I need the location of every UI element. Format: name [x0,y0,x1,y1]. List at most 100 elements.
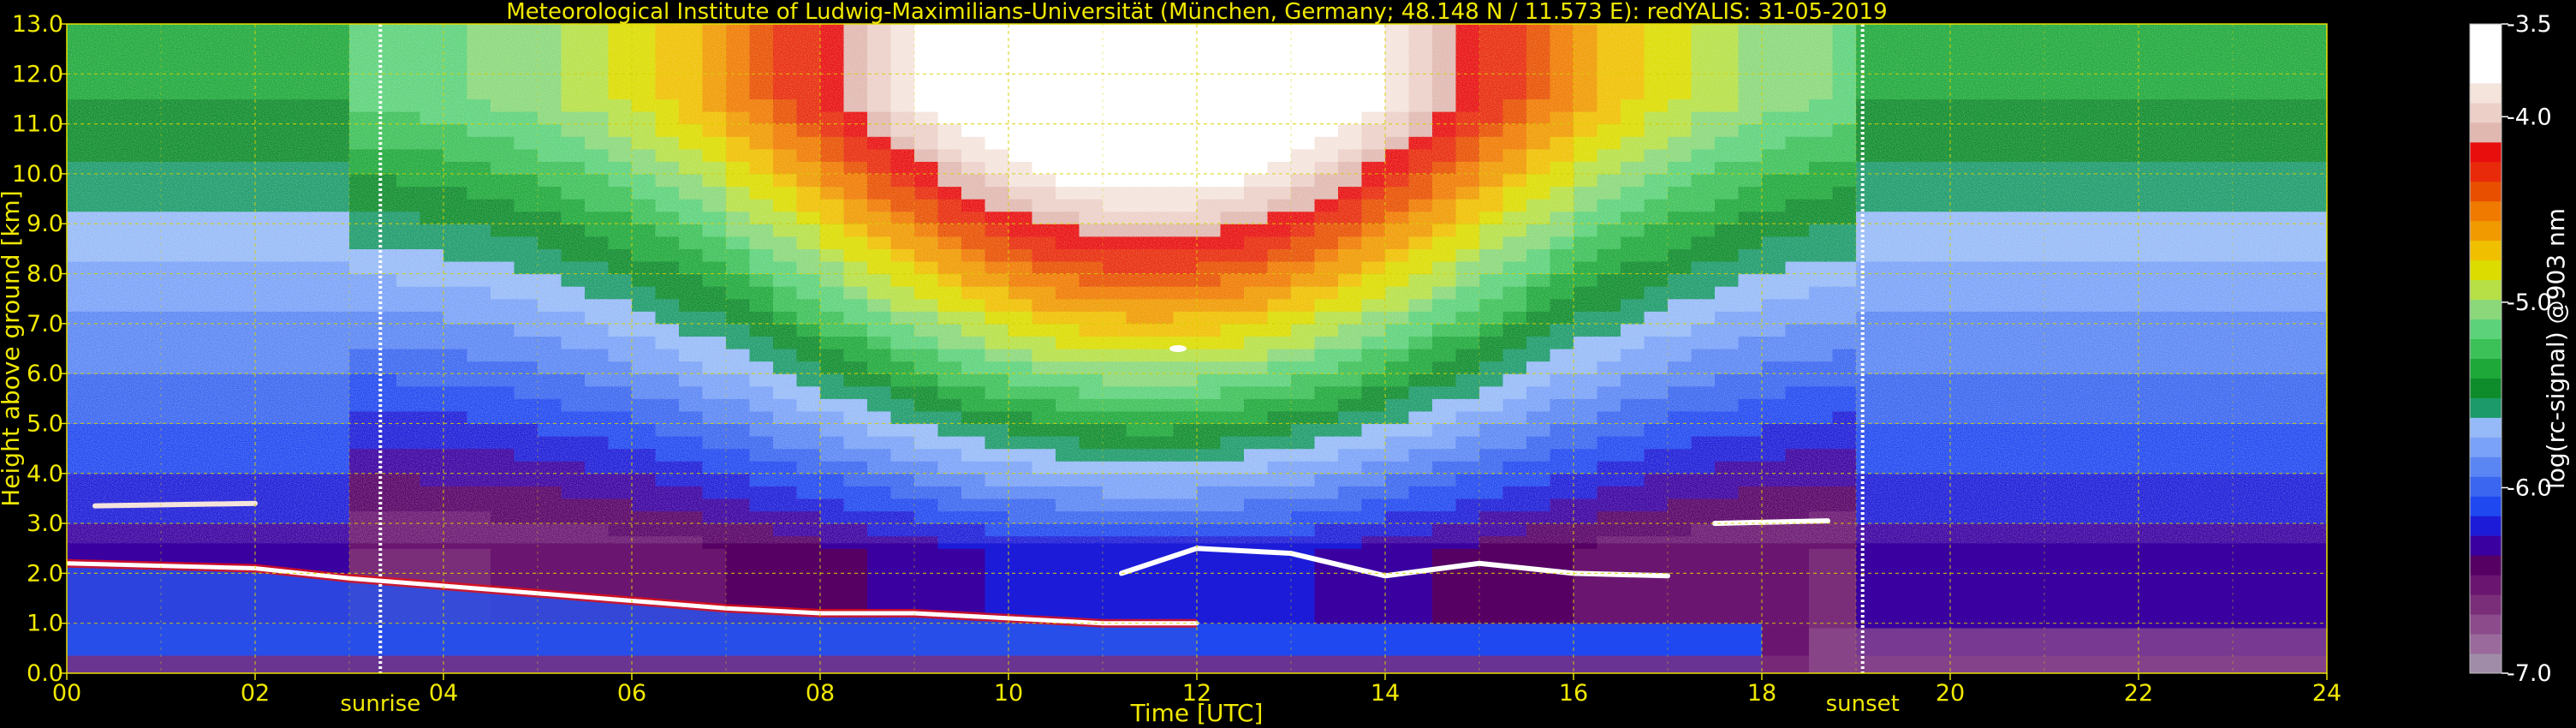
heatmap-cell [1079,560,1104,574]
heatmap-cell [796,585,821,600]
heatmap-cell [2044,548,2069,562]
heatmap-cell [1668,560,1693,574]
heatmap-cell [1668,611,1693,624]
heatmap-cell [702,585,727,600]
heatmap-cell [1314,623,1339,636]
heatmap-cell [1856,598,1881,612]
heatmap-cell [1691,560,1716,574]
heatmap-cell [1032,598,1056,612]
heatmap-cell [1338,611,1363,624]
heatmap-cell [1502,623,1527,636]
heatmap-cell [1574,611,1598,624]
heatmap-cell [1691,573,1716,587]
heatmap-cell [985,560,1009,574]
heatmap-cell [1150,598,1175,612]
heatmap-cell [679,573,704,587]
heatmap-cell [1197,623,1222,636]
heatmap-cell [1715,585,1740,600]
heatmap-cell [1056,548,1080,562]
heatmap-cell [1856,560,1881,574]
heatmap-cell [702,560,727,574]
heatmap-cell [1668,636,1693,649]
heatmap-cell [1408,598,1433,612]
heatmap-cell [538,548,562,562]
heatmap-cell [937,598,962,612]
heatmap-cell [1291,585,1316,600]
heatmap-cell [2186,548,2210,562]
heatmap-cell [1197,585,1222,600]
heatmap-cell [1809,598,1834,612]
heatmap-cell [2280,598,2305,612]
heatmap-cell [867,573,892,587]
heatmap-cell [2162,585,2186,600]
heatmap-cell [1455,611,1480,624]
heatmap-cell [1832,598,1857,612]
heatmap-cell [1738,548,1763,562]
heatmap-cell [1832,573,1857,587]
heatmap-cell [1173,598,1198,612]
heatmap-cell [1244,611,1269,624]
heatmap-cell [726,585,751,600]
heatmap-cell [1408,611,1433,624]
heatmap-cell [1621,611,1645,624]
heatmap-cell [937,573,962,587]
heatmap-cell [749,548,774,562]
heatmap-cell [1621,623,1645,636]
heatmap-cell [632,548,657,562]
heatmap-cell [1574,623,1598,636]
heatmap-cell [1668,573,1693,587]
heatmap-cell [2091,585,2116,600]
heatmap-cell [349,548,374,562]
heatmap-cell [1574,636,1598,649]
heatmap-cell [1597,636,1621,649]
heatmap-cell [820,548,845,562]
heatmap-cell [702,573,727,587]
heatmap-cell [1526,585,1551,600]
heatmap-cell [2280,573,2305,587]
heatmap-cell [961,598,986,612]
heatmap-cell [2186,611,2210,624]
heatmap-cell [655,548,680,562]
heatmap-cell [1432,623,1457,636]
heatmap-cell [184,548,209,562]
heatmap-cell [1408,585,1433,600]
heatmap-cell [1832,611,1857,624]
heatmap-cell [208,548,233,562]
lidar-backscatter-chart: Meteorological Institute of Ludwig-Maxim… [0,0,2570,727]
heatmap-cell [985,585,1009,600]
heatmap-cell [1079,598,1104,612]
heatmap-cell [1314,636,1339,649]
heatmap-cell [1103,598,1127,612]
heatmap-cell [2115,585,2139,600]
heatmap-cell [679,560,704,574]
heatmap-cell [1879,573,1904,587]
heatmap-cell [1008,573,1033,587]
heatmap-cell [538,573,562,587]
heatmap-cell [749,573,774,587]
heatmap-cell [1856,585,1881,600]
heatmap-cell [1502,573,1527,587]
heatmap-cell [1950,598,1975,612]
heatmap-cell [1385,623,1410,636]
heatmap-cell [1267,560,1292,574]
heatmap-cell [2209,548,2234,562]
heatmap-cell [679,548,704,562]
heatmap-cell [585,573,610,587]
heatmap-cell [1338,548,1363,562]
heatmap-cell [1385,548,1410,562]
heatmap-cell [1361,636,1386,649]
heatmap-cell [1809,560,1834,574]
heatmap-cell [90,548,115,562]
chart-figure: Meteorological Institute of Ludwig-Maxim… [0,0,2576,728]
heatmap-cell [1244,598,1269,612]
heatmap-cell [1879,585,1904,600]
heatmap-cell [1455,585,1480,600]
heatmap-cell [1056,585,1080,600]
heatmap-cell [608,560,633,574]
heatmap-cell [1879,560,1904,574]
heatmap-cell [1526,623,1551,636]
heatmap-cell [1173,560,1198,574]
heatmap-cell [1197,636,1222,649]
heatmap-cell [1597,611,1621,624]
heatmap-cell [1502,636,1527,649]
